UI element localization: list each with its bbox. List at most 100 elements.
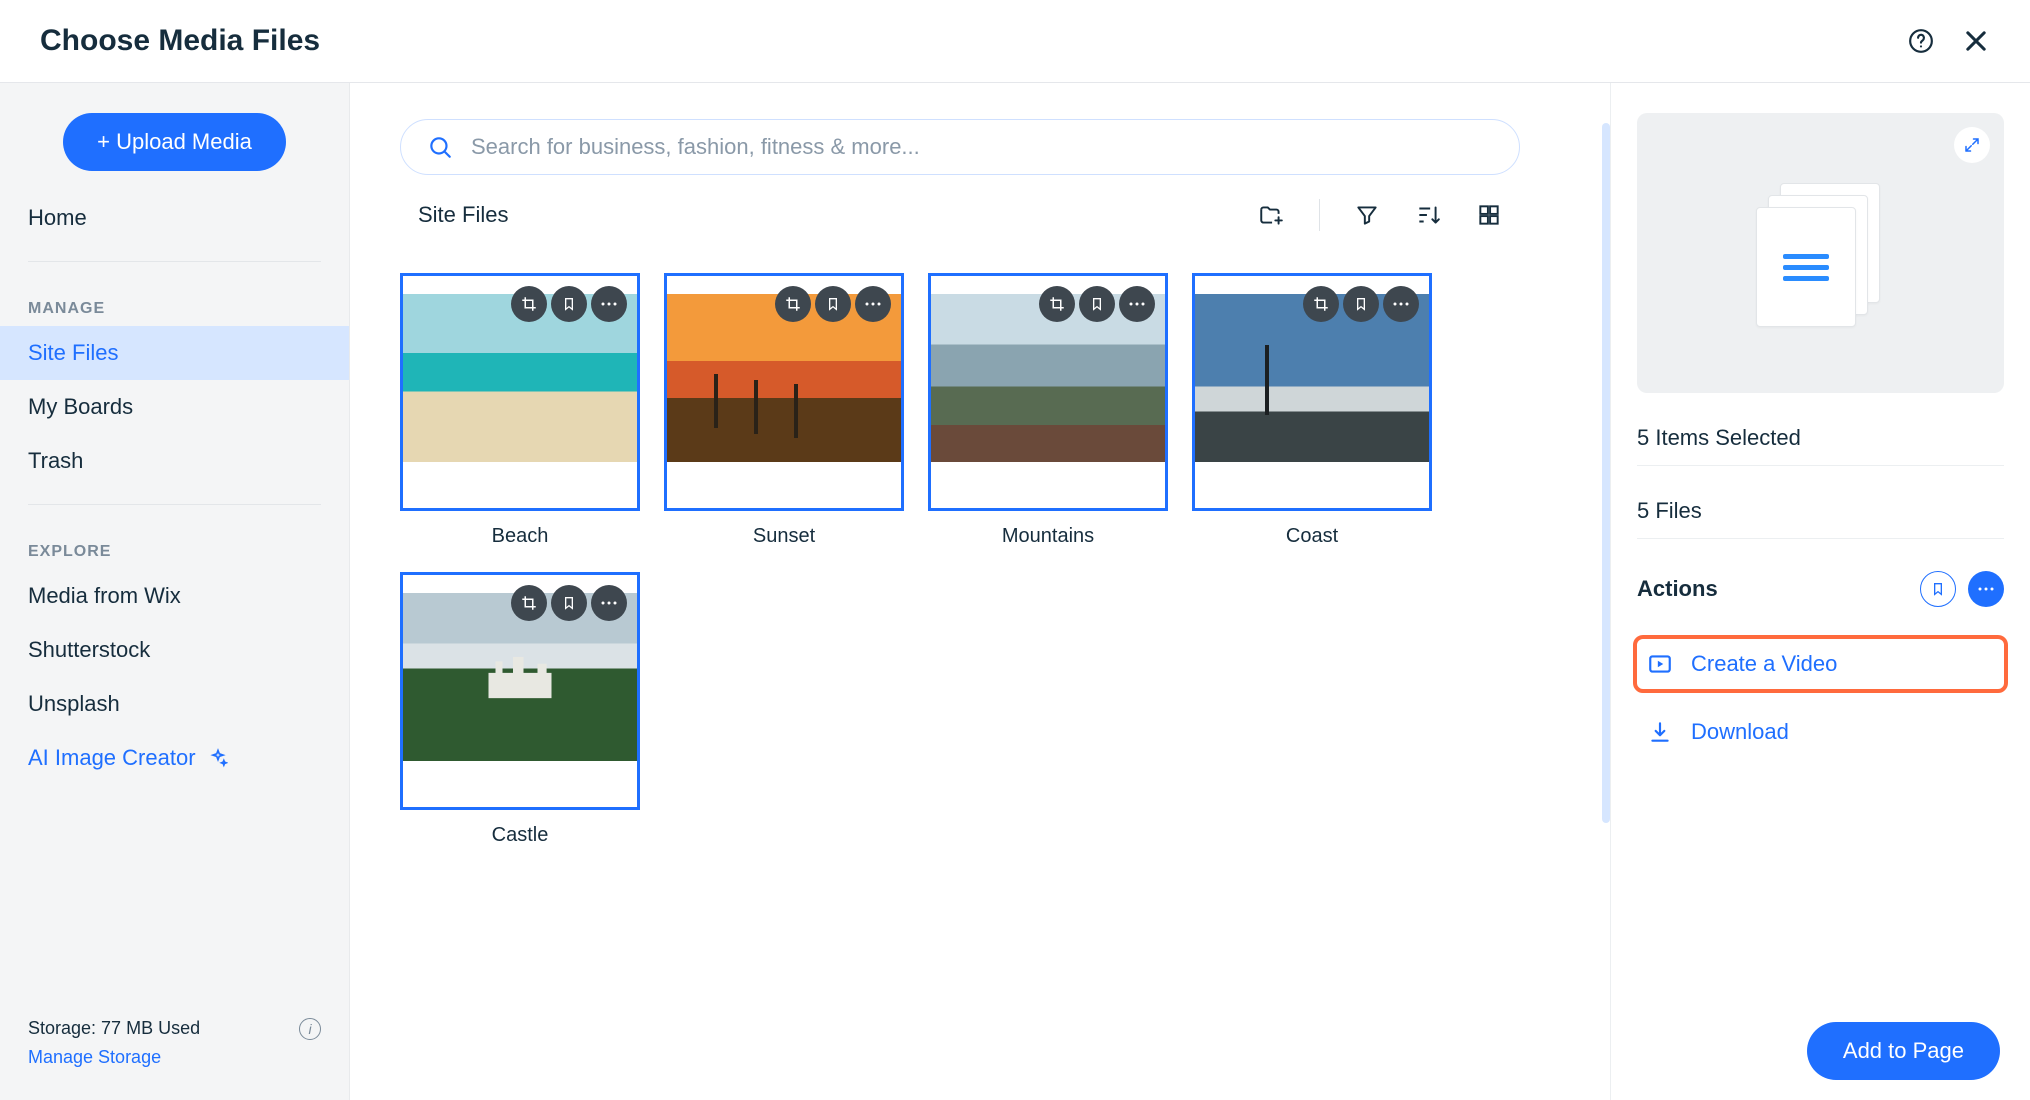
bookmark-button[interactable]: [1079, 286, 1115, 322]
more-button[interactable]: [591, 286, 627, 322]
info-icon[interactable]: i: [299, 1018, 321, 1040]
media-label: Mountains: [1002, 525, 1094, 548]
more-button[interactable]: [1119, 286, 1155, 322]
crop-icon: [520, 594, 538, 612]
divider: [28, 504, 321, 505]
media-thumb-sunset[interactable]: [664, 273, 904, 511]
bookmark-icon: [1089, 295, 1105, 313]
close-button[interactable]: [1962, 27, 1990, 55]
more-icon: [1128, 301, 1146, 307]
media-thumb-coast[interactable]: [1192, 273, 1432, 511]
bookmark-all-button[interactable]: [1920, 571, 1956, 607]
more-actions-button[interactable]: [1968, 571, 2004, 607]
nav-ai-image-creator[interactable]: AI Image Creator: [0, 731, 349, 785]
expand-icon: [1963, 136, 1981, 154]
crop-icon: [784, 295, 802, 313]
preview-box: [1637, 113, 2004, 393]
divider: [28, 261, 321, 262]
media-card: Coast: [1192, 273, 1432, 548]
bookmark-icon: [561, 594, 577, 612]
separator: [1319, 199, 1320, 231]
nav-site-files[interactable]: Site Files: [0, 326, 349, 380]
nav-shutterstock[interactable]: Shutterstock: [0, 623, 349, 677]
crop-icon: [1048, 295, 1066, 313]
more-icon: [1977, 586, 1995, 592]
bookmark-button[interactable]: [815, 286, 851, 322]
media-thumb-castle[interactable]: [400, 572, 640, 810]
media-thumb-beach[interactable]: [400, 273, 640, 511]
actions-heading: Actions: [1637, 576, 1718, 602]
create-video-label: Create a Video: [1691, 651, 1837, 677]
more-button[interactable]: [855, 286, 891, 322]
more-button[interactable]: [1383, 286, 1419, 322]
nav-home[interactable]: Home: [0, 191, 349, 245]
nav-media-from-wix[interactable]: Media from Wix: [0, 569, 349, 623]
download-icon: [1647, 719, 1673, 745]
search-bar[interactable]: [400, 119, 1520, 175]
bookmark-icon: [1353, 295, 1369, 313]
nav-trash[interactable]: Trash: [0, 434, 349, 488]
crop-button[interactable]: [775, 286, 811, 322]
filter-icon: [1354, 202, 1380, 228]
upload-media-button[interactable]: + Upload Media: [63, 113, 286, 171]
bookmark-icon: [825, 295, 841, 313]
bookmark-button[interactable]: [551, 585, 587, 621]
crop-button[interactable]: [511, 585, 547, 621]
more-icon: [1392, 301, 1410, 307]
download-action[interactable]: Download: [1637, 707, 2004, 757]
sort-button[interactable]: [1414, 202, 1442, 228]
nav-unsplash[interactable]: Unsplash: [0, 677, 349, 731]
folder-plus-icon: [1257, 202, 1285, 228]
bookmark-icon: [1930, 580, 1946, 598]
section-explore: EXPLORE: [0, 521, 349, 569]
more-icon: [600, 600, 618, 606]
bookmark-button[interactable]: [551, 286, 587, 322]
crop-icon: [1312, 295, 1330, 313]
expand-button[interactable]: [1954, 127, 1990, 163]
page-title: Choose Media Files: [40, 24, 320, 58]
media-grid: Beach Sunset: [400, 273, 1580, 847]
more-icon: [864, 301, 882, 307]
storage-used-label: Storage: 77 MB Used: [28, 1014, 200, 1043]
sparkle-icon: [208, 748, 228, 768]
add-to-page-button[interactable]: Add to Page: [1807, 1022, 2000, 1080]
crop-button[interactable]: [511, 286, 547, 322]
help-button[interactable]: [1908, 28, 1934, 54]
search-icon: [427, 134, 453, 160]
manage-storage-link[interactable]: Manage Storage: [28, 1043, 200, 1072]
scrollbar[interactable]: [1602, 123, 1610, 823]
search-input[interactable]: [471, 134, 1493, 160]
media-label: Castle: [492, 824, 549, 847]
media-card: Castle: [400, 572, 640, 847]
media-card: Mountains: [928, 273, 1168, 548]
more-icon: [600, 301, 618, 307]
ai-creator-label: AI Image Creator: [28, 745, 196, 771]
media-card: Sunset: [664, 273, 904, 548]
media-card: Beach: [400, 273, 640, 548]
create-video-action[interactable]: Create a Video: [1637, 639, 2004, 689]
close-icon: [1962, 27, 1990, 55]
files-count: 5 Files: [1637, 484, 2004, 539]
grid-icon: [1476, 202, 1502, 228]
crop-icon: [520, 295, 538, 313]
bookmark-button[interactable]: [1343, 286, 1379, 322]
bookmark-icon: [561, 295, 577, 313]
crop-button[interactable]: [1039, 286, 1075, 322]
header: Choose Media Files: [0, 0, 2030, 83]
section-manage: MANAGE: [0, 278, 349, 326]
nav-my-boards[interactable]: My Boards: [0, 380, 349, 434]
filter-button[interactable]: [1354, 202, 1380, 228]
more-button[interactable]: [591, 585, 627, 621]
media-label: Sunset: [753, 525, 815, 548]
help-icon: [1908, 28, 1934, 54]
selected-count: 5 Items Selected: [1637, 411, 2004, 466]
download-label: Download: [1691, 719, 1789, 745]
new-folder-button[interactable]: [1257, 202, 1285, 228]
view-grid-button[interactable]: [1476, 202, 1502, 228]
main-content: Site Files: [350, 83, 1610, 1100]
sidebar: + Upload Media Home MANAGE Site Files My…: [0, 83, 350, 1100]
media-thumb-mountains[interactable]: [928, 273, 1168, 511]
crop-button[interactable]: [1303, 286, 1339, 322]
media-label: Coast: [1286, 525, 1338, 548]
sort-icon: [1414, 202, 1442, 228]
